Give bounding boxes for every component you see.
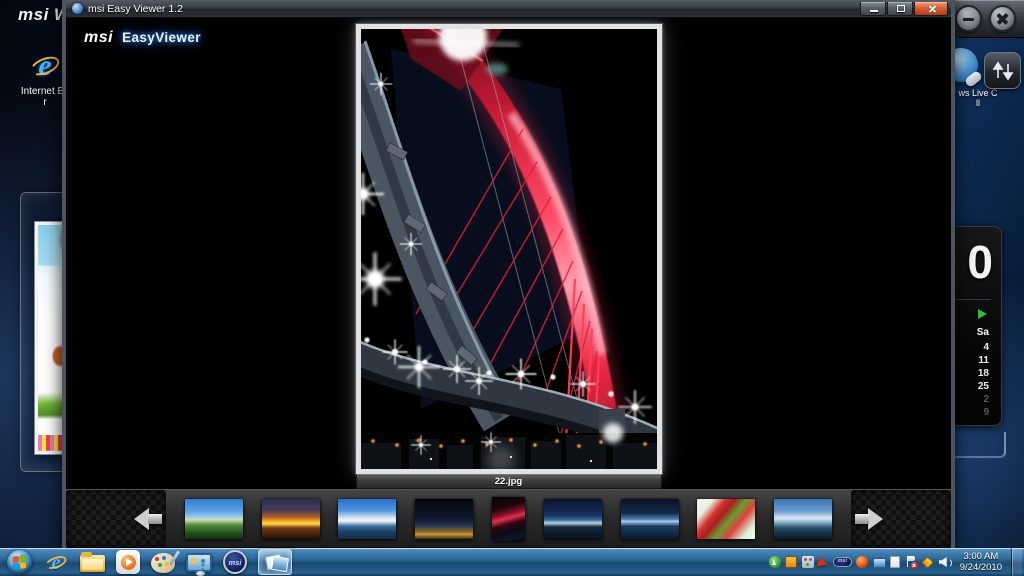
display-tray-icon[interactable] xyxy=(873,558,886,568)
calendar-date: 11 xyxy=(978,354,989,367)
system-tray: msi xyxy=(769,556,952,569)
taskbar-explorer-icon[interactable] xyxy=(80,555,105,572)
document-tray-icon[interactable] xyxy=(890,556,900,568)
filmstrip-right-panel xyxy=(851,490,951,547)
taskbar: e msi msi 3:00 AM 9/24/2010 xyxy=(0,548,1024,576)
previous-arrow-button[interactable] xyxy=(130,508,164,530)
taskbar-paint-icon[interactable] xyxy=(151,553,175,573)
windows-logo-icon xyxy=(13,555,26,570)
clock-time: 3:00 AM xyxy=(960,551,1002,562)
thumb-sky-grassland[interactable] xyxy=(185,499,243,539)
maximize-button[interactable] xyxy=(887,2,913,16)
calendar-date-adjacent: 2 xyxy=(978,393,989,406)
sync-gadget-icon[interactable] xyxy=(984,52,1021,89)
thumb-dusk-sea[interactable] xyxy=(544,499,602,539)
dock-close-button[interactable] xyxy=(989,5,1016,32)
taskbar-msi-icon[interactable]: msi xyxy=(223,550,247,574)
logo-easyviewer-text: EasyViewer xyxy=(122,30,201,45)
msi-tray-icon[interactable]: msi xyxy=(833,557,852,567)
calendar-dates-column: 411182529 xyxy=(978,341,989,419)
main-photo[interactable] xyxy=(356,24,662,474)
thumb-harbor-bridge-night[interactable] xyxy=(621,499,679,539)
next-arrow-button[interactable] xyxy=(853,508,887,530)
taskbar-internet-explorer-icon[interactable]: e xyxy=(43,549,69,575)
warning-icon[interactable] xyxy=(921,556,934,569)
internet-explorer-icon: e xyxy=(27,48,63,84)
calendar-weekday-header: Sa xyxy=(977,327,989,338)
minimize-button[interactable] xyxy=(860,2,886,16)
clock-date: 9/24/2010 xyxy=(960,562,1002,573)
show-desktop-button[interactable] xyxy=(1011,548,1022,576)
volume-icon[interactable] xyxy=(939,556,952,568)
app-logo: msi EasyViewer xyxy=(84,29,201,47)
taskbar-clock[interactable]: 3:00 AM 9/24/2010 xyxy=(960,551,1002,573)
calendar-date: 18 xyxy=(978,367,989,380)
msi-dock-bar xyxy=(948,0,1024,38)
aero-glass-highlight xyxy=(952,432,1006,458)
error-badge xyxy=(911,562,918,569)
calendar-day-number: 0 xyxy=(967,235,993,289)
thumb-clouds-lake[interactable] xyxy=(338,499,396,539)
current-filename: 22.jpg xyxy=(495,476,522,487)
logo-msi-text: msi xyxy=(84,29,113,47)
desktop-screen: msi W e Internet Ex r ws Live C ll 0 Sa … xyxy=(0,0,1024,576)
close-button[interactable] xyxy=(914,2,948,16)
bridge-photo-art xyxy=(361,29,657,469)
up-down-arrows-icon xyxy=(992,61,1014,81)
window-titlebar[interactable]: msi Easy Viewer 1.2 xyxy=(66,0,951,18)
windows-live-label: ws Live C ll xyxy=(946,88,1010,108)
calendar-date: 4 xyxy=(978,341,989,354)
taskbar-easy-viewer-button-active[interactable] xyxy=(258,549,292,575)
thumb-sunset[interactable] xyxy=(262,499,320,539)
safely-remove-icon[interactable] xyxy=(769,556,781,568)
thumb-bridge-night-current[interactable] xyxy=(492,497,525,541)
filmstrip xyxy=(66,489,951,547)
dock-minimize-button[interactable] xyxy=(955,5,982,32)
thumb-red-blossoms[interactable] xyxy=(697,499,755,539)
thumb-dusk-coast[interactable] xyxy=(774,499,832,539)
taskbar-media-player-icon[interactable] xyxy=(116,550,140,574)
filename-bar: 22.jpg xyxy=(356,474,662,489)
filmstrip-left-panel xyxy=(66,490,166,547)
calendar-date: 25 xyxy=(978,380,989,393)
calendar-next-arrow-icon[interactable] xyxy=(978,309,987,319)
window-app-icon xyxy=(72,3,83,14)
taskbar-control-center-icon[interactable] xyxy=(186,553,212,572)
calendar-date-adjacent: 9 xyxy=(978,406,989,419)
window-title: msi Easy Viewer 1.2 xyxy=(88,3,859,15)
viewer-canvas: msi EasyViewer xyxy=(66,18,951,547)
thumb-city-night[interactable] xyxy=(415,499,473,539)
filmstrip-thumbnails xyxy=(166,490,851,547)
easy-viewer-window: msi Easy Viewer 1.2 msi EasyViewer xyxy=(62,0,955,552)
start-button[interactable] xyxy=(7,550,32,575)
security-icon[interactable] xyxy=(856,556,868,568)
tray-palette-icon[interactable] xyxy=(802,556,814,568)
audio-manager-icon[interactable] xyxy=(817,556,830,569)
action-center-flag-icon[interactable] xyxy=(905,556,917,569)
tray-app-icon[interactable] xyxy=(785,556,797,568)
